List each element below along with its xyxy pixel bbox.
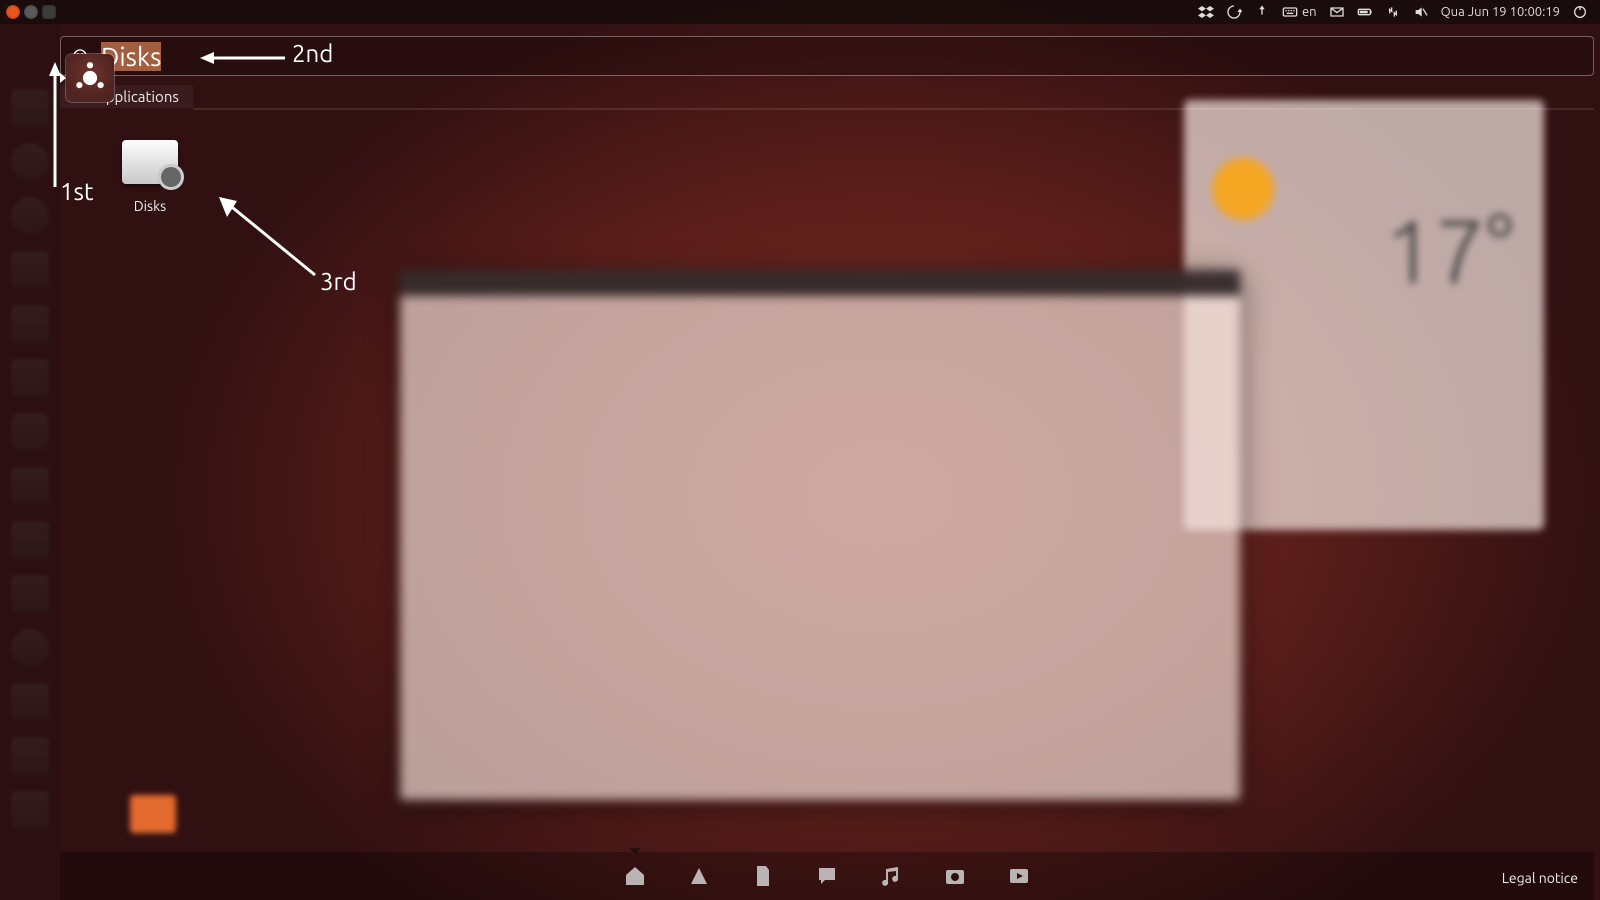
session-indicator[interactable] <box>1566 4 1594 20</box>
clock[interactable]: Qua Jun 19 10:00:19 <box>1435 5 1566 19</box>
launcher-download[interactable] <box>6 300 54 348</box>
dash-lens-bar <box>60 852 1594 900</box>
launcher-xchat[interactable] <box>6 462 54 510</box>
launcher-firefox[interactable] <box>6 192 54 240</box>
lens-videos[interactable] <box>1007 864 1031 888</box>
launcher-font[interactable] <box>6 516 54 564</box>
keyboard-indicator[interactable]: en <box>1276 4 1323 20</box>
launcher-active-pip <box>60 73 66 83</box>
lens-files[interactable] <box>751 864 775 888</box>
launcher-chromium[interactable] <box>6 138 54 186</box>
dash-home-button[interactable] <box>66 54 114 102</box>
lens-music[interactable] <box>879 864 903 888</box>
dropbox-indicator[interactable] <box>1192 4 1220 20</box>
network-indicator[interactable] <box>1379 4 1407 20</box>
lens-home[interactable] <box>623 864 647 888</box>
minimize-button[interactable] <box>24 5 38 19</box>
launcher-terminal[interactable] <box>6 570 54 618</box>
legal-notice-link[interactable]: Legal notice <box>1502 870 1578 886</box>
sync-indicator[interactable] <box>1220 4 1248 20</box>
dash-results: Disks <box>60 110 1594 244</box>
battery-indicator[interactable] <box>1351 4 1379 20</box>
launcher-files[interactable] <box>6 84 54 132</box>
mail-indicator[interactable] <box>1323 4 1351 20</box>
top-menu-bar: en Qua Jun 19 10:00:19 <box>0 0 1600 24</box>
launcher-box[interactable] <box>6 246 54 294</box>
result-disks[interactable]: Disks <box>80 140 220 214</box>
result-label: Disks <box>80 198 220 214</box>
launcher-drive2[interactable] <box>6 786 54 834</box>
launcher-shutter[interactable] <box>6 624 54 672</box>
lens-photos[interactable] <box>943 864 967 888</box>
lens-applications[interactable] <box>687 864 711 888</box>
unity-dash: Applications Disks Legal noti <box>60 24 1594 900</box>
dash-category-tabs: Applications <box>60 82 1594 110</box>
window-controls <box>6 5 56 19</box>
updates-indicator[interactable] <box>1248 4 1276 20</box>
launcher-workspace[interactable] <box>6 678 54 726</box>
close-button[interactable] <box>6 5 20 19</box>
sound-indicator[interactable] <box>1407 4 1435 20</box>
lens-social[interactable] <box>815 864 839 888</box>
dash-search-input[interactable] <box>101 42 1583 71</box>
dash-search-bar[interactable] <box>60 36 1594 76</box>
unity-launcher <box>0 24 60 900</box>
keyboard-lang: en <box>1302 5 1317 19</box>
disks-icon <box>122 140 178 184</box>
maximize-button[interactable] <box>42 5 56 19</box>
launcher-texture[interactable] <box>6 354 54 402</box>
launcher-drive1[interactable] <box>6 732 54 780</box>
launcher-skype[interactable] <box>6 408 54 456</box>
